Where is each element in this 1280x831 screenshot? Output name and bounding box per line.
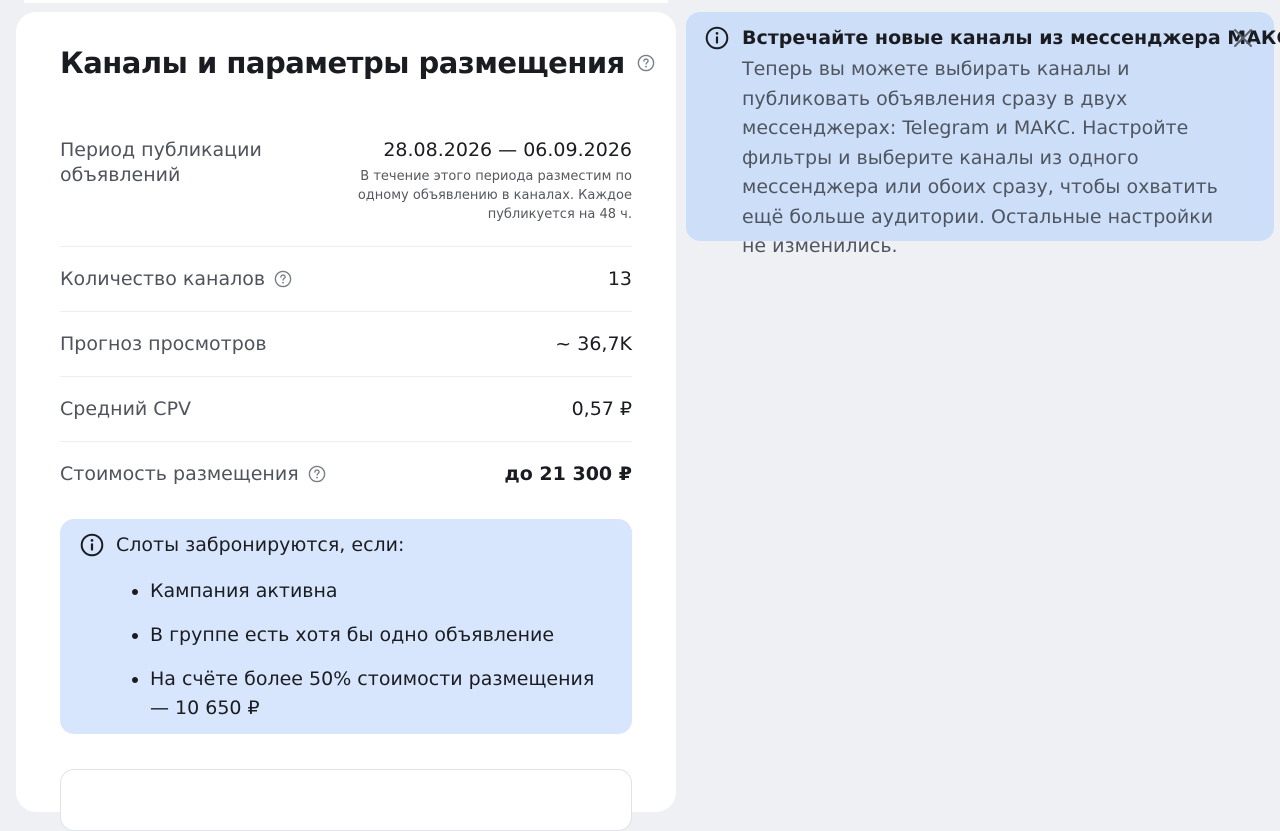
notice-title: Встречайте новые каналы из мессенджера М… [742, 27, 1280, 49]
cost-label: Стоимость размещения [60, 463, 299, 485]
channels-label-wrap: Количество каналов [60, 268, 292, 290]
slot-condition-text: На счёте более 50% стоимости размещения … [150, 668, 595, 719]
slots-header: Слоты забронируются, если: [80, 533, 404, 557]
bullet-dot [132, 677, 138, 683]
list-item: На счёте более 50% стоимости размещения … [116, 665, 596, 723]
views-row: Прогноз просмотров ~ 36,7K [60, 312, 632, 377]
cost-value: до 21 300 ₽ [504, 463, 632, 485]
question-circle-icon[interactable] [637, 54, 655, 72]
views-label: Прогноз просмотров [60, 333, 267, 355]
slots-conditions-list: Кампания активна В группе есть хотя бы о… [116, 577, 596, 738]
next-section-box [60, 769, 632, 831]
period-dates: 28.08.2026 — 06.09.2026 [383, 139, 632, 161]
question-circle-icon[interactable] [308, 465, 326, 483]
notice-text: Теперь вы можете выбирать каналы и публи… [742, 58, 1218, 257]
cpv-label: Средний CPV [60, 398, 192, 420]
card-header: Каналы и параметры размещения [60, 46, 655, 80]
placement-params: Период публикации объявлений 28.08.2026 … [60, 132, 632, 506]
list-item: Кампания активна [116, 577, 596, 606]
list-item: В группе есть хотя бы одно объявление [116, 621, 596, 650]
views-value: ~ 36,7K [555, 333, 632, 355]
channels-value: 13 [607, 268, 632, 290]
close-icon[interactable] [1233, 28, 1253, 48]
period-label: Период публикации объявлений [60, 139, 262, 186]
channels-row: Количество каналов 13 [60, 247, 632, 312]
top-edge-strip [24, 0, 668, 3]
cost-row: Стоимость размещения до 21 300 ₽ [60, 442, 632, 506]
info-circle-icon [80, 533, 104, 557]
slots-info-box: Слоты забронируются, если: Кампания акти… [60, 519, 632, 734]
close-notice-button[interactable] [1232, 27, 1254, 49]
page-title: Каналы и параметры размещения [60, 46, 625, 80]
cpv-row: Средний CPV 0,57 ₽ [60, 377, 632, 442]
cpv-value: 0,57 ₽ [571, 398, 632, 420]
period-value: 28.08.2026 — 06.09.2026 В течение этого … [332, 138, 632, 224]
cost-label-wrap: Стоимость размещения [60, 463, 326, 485]
new-channels-notice: Встречайте новые каналы из мессенджера М… [686, 12, 1280, 257]
placement-card: Каналы и параметры размещения Период пуб… [16, 12, 676, 831]
slot-condition-text: Кампания активна [150, 580, 338, 602]
slots-title: Слоты забронируются, если: [116, 534, 405, 556]
info-circle-icon [705, 26, 729, 50]
period-row: Период публикации объявлений 28.08.2026 … [60, 132, 632, 247]
period-note: В течение этого периода разместим по одн… [357, 169, 632, 222]
channels-label: Количество каналов [60, 268, 266, 290]
question-circle-icon[interactable] [274, 270, 292, 288]
slot-condition-text: В группе есть хотя бы одно объявление [150, 624, 555, 646]
bullet-dot [132, 633, 138, 639]
bullet-dot [132, 589, 138, 595]
